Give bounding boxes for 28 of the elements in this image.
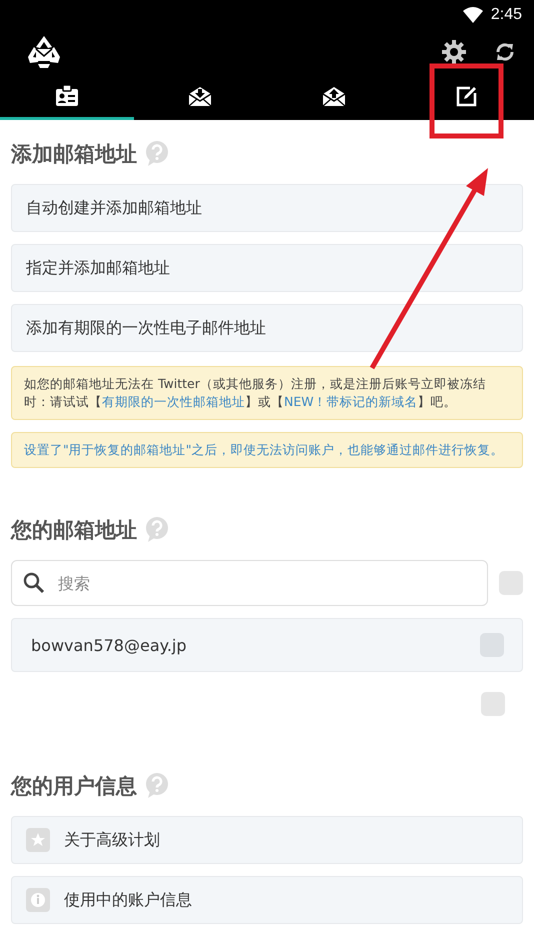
action-button[interactable]: 指定并添加邮箱地址 bbox=[11, 244, 523, 292]
action-button[interactable]: 自动创建并添加邮箱地址 bbox=[11, 184, 523, 232]
menu-item[interactable]: 使用中的账户信息 bbox=[11, 876, 523, 924]
search-icon bbox=[23, 572, 45, 594]
email-address: bowvan578@eay.jp bbox=[31, 636, 188, 654]
notice-link[interactable]: 设置了"用于恢复的邮箱地址"之后，即使无法访问账户，也能够通过邮件进行恢复。 bbox=[24, 442, 504, 457]
recycle-mail-logo bbox=[26, 35, 62, 69]
settings-icon[interactable] bbox=[442, 40, 466, 64]
search-field[interactable]: 搜索 bbox=[11, 560, 488, 606]
notice-text: 如您的邮箱地址无法在 Twitter（或其他服务）注册，或是注册后账号立即被冻结时：请试试【有期限的一次性邮箱地址】或【NEW！带标记的新域名】吧。 bbox=[11, 366, 523, 420]
wifi-icon bbox=[462, 7, 483, 23]
envelope-down-icon bbox=[188, 84, 212, 106]
checkbox[interactable] bbox=[481, 692, 505, 716]
id-card-icon bbox=[54, 84, 79, 106]
section-title: 您的邮箱地址 bbox=[11, 517, 137, 544]
action-button[interactable]: 添加有期限的一次性电子邮件地址 bbox=[11, 304, 523, 352]
edit-icon bbox=[456, 84, 478, 106]
notice-link[interactable]: NEW！带标记的新域名 bbox=[284, 394, 418, 409]
envelope-up-icon bbox=[322, 84, 346, 106]
notice-link[interactable]: 有期限的一次性邮箱地址 bbox=[102, 394, 245, 409]
refresh-icon[interactable] bbox=[494, 41, 516, 63]
section-title: 添加邮箱地址 bbox=[11, 141, 137, 168]
menu-item[interactable]: 关于高级计划 bbox=[11, 816, 523, 864]
status-time: 2:45 bbox=[490, 6, 522, 24]
info-icon bbox=[26, 888, 50, 912]
address-row[interactable]: bowvan578@eay.jp bbox=[11, 618, 523, 672]
checkbox[interactable] bbox=[499, 571, 523, 595]
section-title: 您的用户信息 bbox=[11, 773, 137, 800]
